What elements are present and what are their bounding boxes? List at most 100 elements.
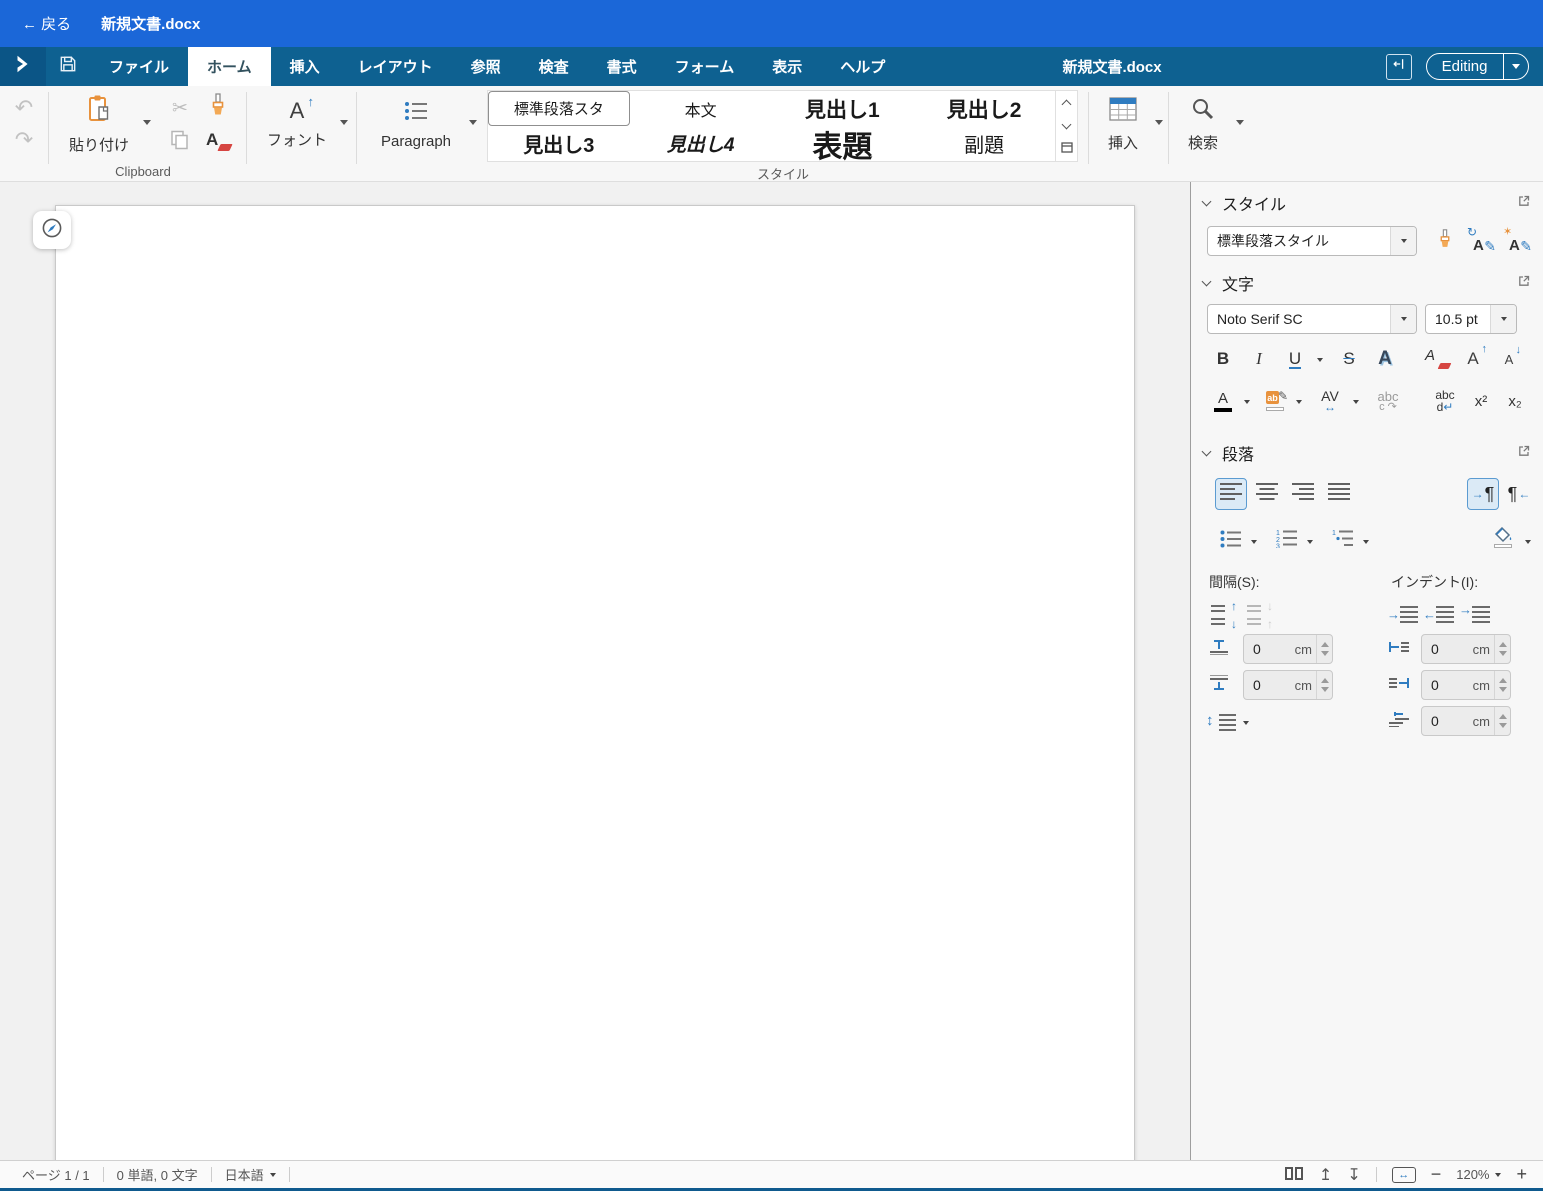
line-spacing-caret-icon[interactable] xyxy=(1243,721,1249,725)
space-above-value[interactable]: 0 xyxy=(1244,641,1295,657)
paragraph-popup-icon[interactable] xyxy=(1517,444,1531,463)
styles-popup-icon[interactable] xyxy=(1517,194,1531,213)
font-size-combobox[interactable]: 10.5 pt xyxy=(1425,304,1517,334)
spinner-arrows[interactable] xyxy=(1494,671,1510,699)
align-center-button[interactable] xyxy=(1251,478,1283,510)
clear-formatting-small-button[interactable]: A xyxy=(1421,344,1453,374)
hyphenation-button[interactable]: abc d↵ xyxy=(1427,386,1463,416)
document-page[interactable] xyxy=(55,205,1135,1160)
tab-review[interactable]: 検査 xyxy=(520,47,588,86)
tab-file[interactable]: ファイル xyxy=(90,47,188,86)
character-section-header[interactable]: 文字 xyxy=(1203,270,1531,296)
navigator-compass-button[interactable] xyxy=(33,211,71,249)
insert-table-button[interactable]: 挿入 xyxy=(1094,92,1152,156)
tab-references[interactable]: 参照 xyxy=(452,47,520,86)
copy-button[interactable] xyxy=(164,128,196,156)
font-dialog-button[interactable]: A ↑ フォント xyxy=(256,92,338,156)
font-size-dropdown[interactable] xyxy=(1490,305,1516,333)
multilevel-list-caret-icon[interactable] xyxy=(1363,540,1369,544)
character-popup-icon[interactable] xyxy=(1517,274,1531,293)
character-spacing-button[interactable]: AV ↔ xyxy=(1311,386,1349,416)
strikethrough-button[interactable]: S xyxy=(1333,344,1365,374)
italic-button[interactable]: I xyxy=(1243,344,1275,374)
book-view-button[interactable] xyxy=(1284,1166,1304,1184)
align-right-button[interactable] xyxy=(1287,478,1319,510)
insert-dropdown-caret-icon[interactable] xyxy=(1155,120,1163,125)
align-justify-button[interactable] xyxy=(1323,478,1355,510)
undo-button[interactable]: ↶ xyxy=(10,94,38,122)
document-canvas[interactable] xyxy=(0,182,1190,1160)
redo-button[interactable]: ↷ xyxy=(10,126,38,154)
update-style-button[interactable]: ↻ A ✎ xyxy=(1465,226,1497,256)
font-color-button[interactable]: A xyxy=(1207,386,1239,416)
character-spacing-caret-icon[interactable] xyxy=(1353,400,1359,404)
paragraph-style-combobox[interactable]: 標準段落スタイル xyxy=(1207,226,1417,256)
zoom-in-button[interactable]: + xyxy=(1516,1164,1527,1185)
tab-form[interactable]: フォーム xyxy=(656,47,754,86)
font-dropdown-caret-icon[interactable] xyxy=(340,120,348,125)
rtl-direction-button[interactable]: ¶ ← xyxy=(1503,478,1535,510)
ltr-direction-button[interactable]: → ¶ xyxy=(1467,478,1499,510)
spinner-arrows[interactable] xyxy=(1494,635,1510,663)
paragraph-dialog-button[interactable]: Paragraph xyxy=(366,92,466,156)
font-name-dropdown[interactable] xyxy=(1390,305,1416,333)
clear-formatting-button[interactable]: A xyxy=(202,126,234,156)
grow-font-button[interactable]: A ↑ xyxy=(1457,344,1489,374)
editing-mode-button[interactable]: Editing xyxy=(1426,53,1529,80)
numbered-list-caret-icon[interactable] xyxy=(1307,540,1313,544)
space-below-spinner[interactable]: 0 cm xyxy=(1243,670,1333,700)
app-logo[interactable] xyxy=(0,47,46,86)
first-line-indent-spinner[interactable]: 0 cm xyxy=(1421,706,1511,736)
align-left-button[interactable] xyxy=(1215,478,1247,510)
spinner-arrows[interactable] xyxy=(1316,635,1332,663)
new-style-button[interactable]: ✶ A ✎ xyxy=(1501,226,1533,256)
tab-view[interactable]: 表示 xyxy=(753,47,821,86)
paragraph-background-caret-icon[interactable] xyxy=(1525,540,1531,544)
underline-dropdown-caret-icon[interactable] xyxy=(1317,358,1323,362)
underline-button[interactable]: U xyxy=(1279,344,1311,374)
style-heading2[interactable]: 見出し2 xyxy=(913,91,1055,126)
indent-before-spinner[interactable]: 0 cm xyxy=(1421,634,1511,664)
clone-formatting-small-button[interactable] xyxy=(1429,226,1461,256)
first-line-indent-value[interactable]: 0 xyxy=(1422,713,1473,729)
style-heading3[interactable]: 見出し3 xyxy=(488,126,630,161)
style-heading4[interactable]: 見出し4 xyxy=(630,126,772,161)
shrink-font-button[interactable]: A ↓ xyxy=(1493,344,1525,374)
indent-after-spinner[interactable]: 0 cm xyxy=(1421,670,1511,700)
paste-button[interactable]: 貼り付け xyxy=(56,92,142,156)
zoom-level-selector[interactable]: 120% xyxy=(1456,1167,1501,1182)
space-below-value[interactable]: 0 xyxy=(1244,677,1295,693)
style-heading1[interactable]: 見出し1 xyxy=(772,91,914,126)
highlight-color-button[interactable]: ab ✎ xyxy=(1259,386,1291,416)
clone-formatting-button[interactable] xyxy=(202,92,234,122)
style-body-text[interactable]: 本文 xyxy=(630,91,772,126)
tab-insert[interactable]: 挿入 xyxy=(271,47,339,86)
word-count[interactable]: 0 単語, 0 文字 xyxy=(117,1165,198,1184)
change-case-button[interactable]: abc c ↷ xyxy=(1369,386,1407,416)
bullet-list-button[interactable] xyxy=(1215,526,1247,556)
paragraph-section-header[interactable]: 段落 xyxy=(1203,440,1531,466)
font-color-caret-icon[interactable] xyxy=(1244,400,1250,404)
gallery-scroll-up-button[interactable] xyxy=(1056,91,1077,114)
highlight-caret-icon[interactable] xyxy=(1296,400,1302,404)
line-spacing-button[interactable]: ↕ xyxy=(1205,708,1239,738)
indent-after-value[interactable]: 0 xyxy=(1422,677,1473,693)
space-above-spinner[interactable]: 0 cm xyxy=(1243,634,1333,664)
multilevel-list-button[interactable]: 1 xyxy=(1327,526,1359,556)
back-button[interactable]: ← 戻る xyxy=(22,13,71,34)
entire-page-button[interactable]: ↥ xyxy=(1319,1165,1332,1185)
font-name-combobox[interactable]: Noto Serif SC xyxy=(1207,304,1417,334)
style-default[interactable]: 標準段落スタ xyxy=(488,91,630,126)
tab-help[interactable]: ヘルプ xyxy=(821,47,904,86)
page-count[interactable]: ページ 1 / 1 xyxy=(22,1165,90,1184)
decrease-indent-button[interactable]: ← xyxy=(1423,600,1457,630)
bullet-list-caret-icon[interactable] xyxy=(1251,540,1257,544)
decrease-paragraph-spacing-button[interactable]: ↓ ↑ xyxy=(1243,600,1277,630)
page-width-button[interactable]: ↧ xyxy=(1347,1165,1360,1185)
save-button[interactable] xyxy=(46,47,90,86)
paragraph-background-button[interactable] xyxy=(1487,522,1519,552)
subscript-button[interactable]: x₂ xyxy=(1499,386,1531,416)
editing-dropdown-caret-icon[interactable] xyxy=(1504,54,1528,79)
paragraph-dropdown-caret-icon[interactable] xyxy=(469,120,477,125)
shadow-button[interactable]: A xyxy=(1369,344,1401,374)
